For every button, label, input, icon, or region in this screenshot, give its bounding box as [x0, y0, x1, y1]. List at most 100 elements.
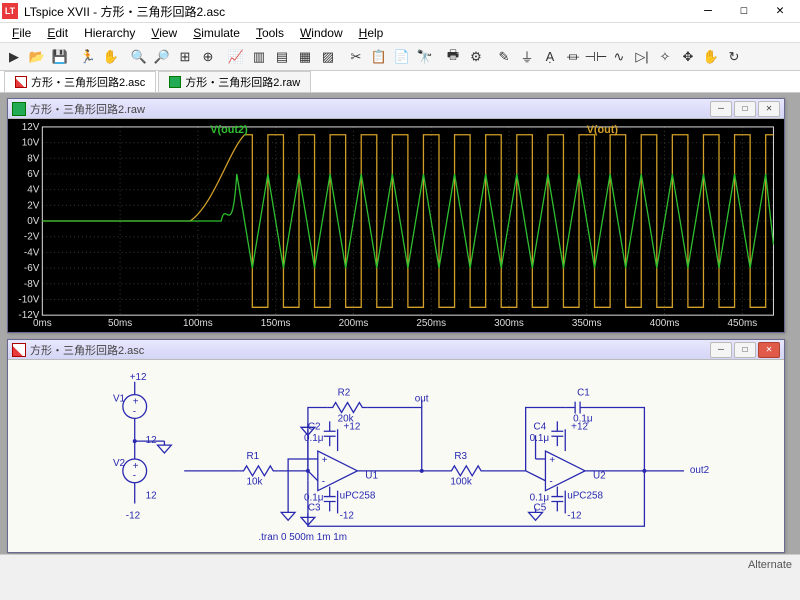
- svg-text:350ms: 350ms: [572, 318, 602, 329]
- svg-text:200ms: 200ms: [339, 318, 369, 329]
- svg-text:U1: U1: [365, 471, 378, 482]
- tab-waveform[interactable]: 方形・三角形回路2.raw: [158, 71, 311, 92]
- svg-text:10V: 10V: [22, 138, 40, 149]
- svg-text:C5: C5: [534, 502, 547, 513]
- svg-text:-12: -12: [126, 510, 140, 521]
- close-all-icon[interactable]: ▨: [317, 46, 339, 68]
- sch-max-button[interactable]: ☐: [734, 342, 756, 358]
- drag-icon[interactable]: ✋: [700, 46, 722, 68]
- svg-text:uPC258: uPC258: [340, 491, 376, 502]
- app-icon: LT: [2, 3, 18, 19]
- resistor-icon[interactable]: ⏛: [562, 46, 584, 68]
- close-button[interactable]: ✕: [762, 0, 798, 22]
- svg-text:-6V: -6V: [24, 263, 40, 274]
- new-sch-icon[interactable]: ▶: [3, 46, 25, 68]
- wave-max-button[interactable]: ☐: [734, 101, 756, 117]
- svg-text:4V: 4V: [27, 185, 40, 196]
- svg-text:8V: 8V: [27, 153, 40, 164]
- status-mode: Alternate: [748, 559, 792, 571]
- copy-icon[interactable]: 📋: [368, 46, 390, 68]
- svg-text:0.1μ: 0.1μ: [530, 493, 549, 504]
- diode-icon[interactable]: ▷|: [631, 46, 653, 68]
- cascade-icon[interactable]: ▦: [294, 46, 316, 68]
- open-icon[interactable]: 📂: [26, 46, 48, 68]
- tab-schematic[interactable]: 方形・三角形回路2.asc: [4, 71, 156, 92]
- svg-text:0.1μ: 0.1μ: [573, 413, 592, 424]
- pan-icon[interactable]: ⊕: [197, 46, 219, 68]
- sch-min-button[interactable]: —: [710, 342, 732, 358]
- move-icon[interactable]: ✥: [677, 46, 699, 68]
- svg-text:2V: 2V: [27, 200, 40, 211]
- zoom-back-icon[interactable]: 🔎: [151, 46, 173, 68]
- run-icon[interactable]: 🏃: [77, 46, 99, 68]
- svg-text:100k: 100k: [450, 477, 472, 488]
- wave-window-icon: [12, 102, 26, 116]
- setup-icon[interactable]: ⚙: [465, 46, 487, 68]
- svg-text:0.1μ: 0.1μ: [304, 493, 323, 504]
- window-title: LTspice XVII - 方形・三角形回路2.asc: [24, 3, 690, 20]
- tile-v-icon[interactable]: ▥: [248, 46, 270, 68]
- rotate-icon[interactable]: ↻: [723, 46, 745, 68]
- svg-text:12V: 12V: [22, 122, 40, 133]
- cap-icon[interactable]: ⊣⊢: [585, 46, 607, 68]
- svg-text:12: 12: [146, 491, 157, 502]
- svg-text:6V: 6V: [27, 169, 40, 180]
- inductor-icon[interactable]: ∿: [608, 46, 630, 68]
- svg-text:V(out): V(out): [587, 124, 619, 136]
- save-icon[interactable]: 💾: [49, 46, 71, 68]
- sch-close-button[interactable]: ✕: [758, 342, 780, 358]
- paste-icon[interactable]: 📄: [391, 46, 413, 68]
- component-icon[interactable]: ✧: [654, 46, 676, 68]
- autorange-icon[interactable]: 📈: [225, 46, 247, 68]
- schematic-icon: [15, 76, 27, 88]
- tab-sch-label: 方形・三角形回路2.asc: [31, 74, 145, 90]
- ground-icon[interactable]: ⏚: [516, 46, 538, 68]
- svg-text:V2: V2: [113, 458, 125, 469]
- waveform-icon: [169, 76, 181, 88]
- svg-text:U2: U2: [593, 471, 606, 482]
- menu-view[interactable]: View: [143, 24, 185, 42]
- svg-text:.tran 0 500m 1m 1m: .tran 0 500m 1m 1m: [258, 532, 347, 543]
- svg-text:+12: +12: [130, 372, 147, 383]
- svg-text:R1: R1: [247, 451, 260, 462]
- svg-text:-: -: [133, 406, 136, 417]
- menu-edit[interactable]: Edit: [39, 24, 76, 42]
- menu-file[interactable]: FFileile: [4, 24, 39, 42]
- minimize-button[interactable]: —: [690, 0, 726, 22]
- zoom-area-icon[interactable]: 🔍: [128, 46, 150, 68]
- wave-min-button[interactable]: —: [710, 101, 732, 117]
- sch-titlebar[interactable]: 方形・三角形回路2.asc — ☐ ✕: [8, 340, 784, 360]
- svg-text:0ms: 0ms: [33, 318, 52, 329]
- halt-icon[interactable]: ✋: [100, 46, 122, 68]
- svg-text:250ms: 250ms: [416, 318, 446, 329]
- draw-wire-icon[interactable]: ✎: [493, 46, 515, 68]
- zoom-extents-icon[interactable]: ⊞: [174, 46, 196, 68]
- menu-help[interactable]: Help: [351, 24, 392, 42]
- cut-icon[interactable]: ✂: [345, 46, 367, 68]
- wave-title: 方形・三角形回路2.raw: [30, 101, 145, 117]
- svg-text:V1: V1: [113, 394, 126, 405]
- wave-close-button[interactable]: ✕: [758, 101, 780, 117]
- svg-text:450ms: 450ms: [727, 318, 757, 329]
- print-icon[interactable]: 🖶: [442, 46, 464, 68]
- tab-raw-label: 方形・三角形回路2.raw: [185, 74, 300, 90]
- menu-simulate[interactable]: Simulate: [185, 24, 248, 42]
- find-icon[interactable]: 🔭: [414, 46, 436, 68]
- svg-text:50ms: 50ms: [108, 318, 132, 329]
- mdi-area: 方形・三角形回路2.raw — ☐ ✕ 12V 10V 8V 6V 4V 2V 0V -2V -…: [0, 93, 800, 574]
- maximize-button[interactable]: ☐: [726, 0, 762, 22]
- svg-text:-2V: -2V: [24, 232, 40, 243]
- schematic-canvas[interactable]: +12+-V112+-V212-12R110k+-U1uPC258C20.1μ+…: [8, 360, 784, 552]
- waveform-plot[interactable]: 12V10V8V6V4V2V0V-2V-4V-6V-8V-10V-12V0ms5…: [8, 119, 784, 332]
- menu-tools[interactable]: Tools: [248, 24, 292, 42]
- schematic-window: 方形・三角形回路2.asc — ☐ ✕ +12+-V112+-V212-12R1…: [7, 339, 785, 553]
- menu-window[interactable]: Window: [292, 24, 351, 42]
- tile-h-icon[interactable]: ▤: [271, 46, 293, 68]
- svg-text:0V: 0V: [27, 216, 40, 227]
- svg-text:out2: out2: [690, 465, 709, 476]
- wave-titlebar[interactable]: 方形・三角形回路2.raw — ☐ ✕: [8, 99, 784, 119]
- menu-hierarchy[interactable]: Hierarchy: [76, 24, 143, 42]
- label-icon[interactable]: Ạ: [539, 46, 561, 68]
- svg-text:-: -: [549, 477, 552, 488]
- svg-text:+: +: [549, 455, 555, 466]
